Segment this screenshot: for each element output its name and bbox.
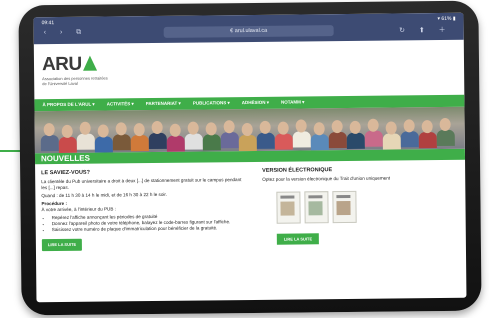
- electronic-version-heading: VERSION ÉLECTRONIQUE: [262, 167, 333, 174]
- news-content: LE SAVIEZ-VOUS? La clientèle du Pub univ…: [35, 142, 467, 303]
- article-hours: Quand : de 11 h 30 à 14 h le midi, et de…: [41, 191, 167, 199]
- newsletter-thumbnail[interactable]: [276, 191, 301, 224]
- read-more-button-right[interactable]: LIRE LA SUITE: [276, 233, 320, 245]
- nav-item-notamm[interactable]: NOTAMM ▾: [281, 99, 304, 105]
- news-article-right: VERSION ÉLECTRONIQUE Optez pour la versi…: [262, 142, 467, 303]
- logo-sail-icon: [82, 55, 97, 71]
- nav-item-adhesion[interactable]: ADHÉSION ▾: [242, 100, 269, 106]
- browser-nav-icons[interactable]: ‹ › ⧉: [44, 29, 88, 37]
- nav-item-activites[interactable]: ACTIVITÉS ▾: [107, 101, 134, 107]
- newsletter-thumbnail[interactable]: [304, 191, 329, 224]
- read-more-button-left[interactable]: LIRE LA SUITE: [41, 238, 83, 252]
- nav-item-partenariat[interactable]: PARTENARIAT ▾: [146, 101, 181, 107]
- electronic-version-text: Optez pour la version électronique du Tr…: [262, 175, 391, 182]
- address-bar[interactable]: € arul.ulaval.ca: [163, 25, 334, 38]
- newsletter-thumbnails: [276, 190, 457, 224]
- nav-item-publications[interactable]: PUBLICATIONS ▾: [193, 100, 230, 106]
- nav-item-a-propos[interactable]: À PROPOS DE L'ARUL ▾: [42, 102, 94, 109]
- list-item: Saisissez votre numéro de plaque d'immat…: [52, 225, 247, 233]
- logo-text: ARU: [41, 53, 82, 76]
- article-heading: LE SAVIEZ-VOUS?: [41, 169, 90, 177]
- newsletter-thumbnail[interactable]: [332, 190, 357, 224]
- article-steps: Repérez l'affiche annonçant les périodes…: [42, 213, 247, 233]
- browser-action-icons[interactable]: ↻ ⬆ ＋: [399, 25, 452, 36]
- tablet-frame: 09:41 ▾ 61% ▮ ‹ › ⧉ € arul.ulaval.ca ↻ ⬆…: [18, 0, 482, 316]
- group-photo-banner: [34, 106, 465, 154]
- status-battery: ▾ 61% ▮: [437, 15, 456, 23]
- news-article-left: LE SAVIEZ-VOUS? La clientèle du Pub univ…: [41, 168, 247, 252]
- logo-subtitle: Association des personnes retraitées de …: [42, 75, 108, 87]
- status-time: 09:41: [41, 20, 55, 27]
- group-photo-people: [35, 113, 465, 154]
- red-highlight-circle: [462, 142, 467, 303]
- article-intro: La clientèle du Pub universitaire a droi…: [41, 177, 242, 191]
- tablet-screen: 09:41 ▾ 61% ▮ ‹ › ⧉ € arul.ulaval.ca ↻ ⬆…: [33, 12, 467, 303]
- site-header: ARU Association des personnes retraitées…: [34, 40, 465, 99]
- site-logo[interactable]: ARU Association des personnes retraitées…: [42, 53, 112, 86]
- article-procedure-detail: À votre arrivée, à l'intérieur du PUB :: [41, 206, 116, 213]
